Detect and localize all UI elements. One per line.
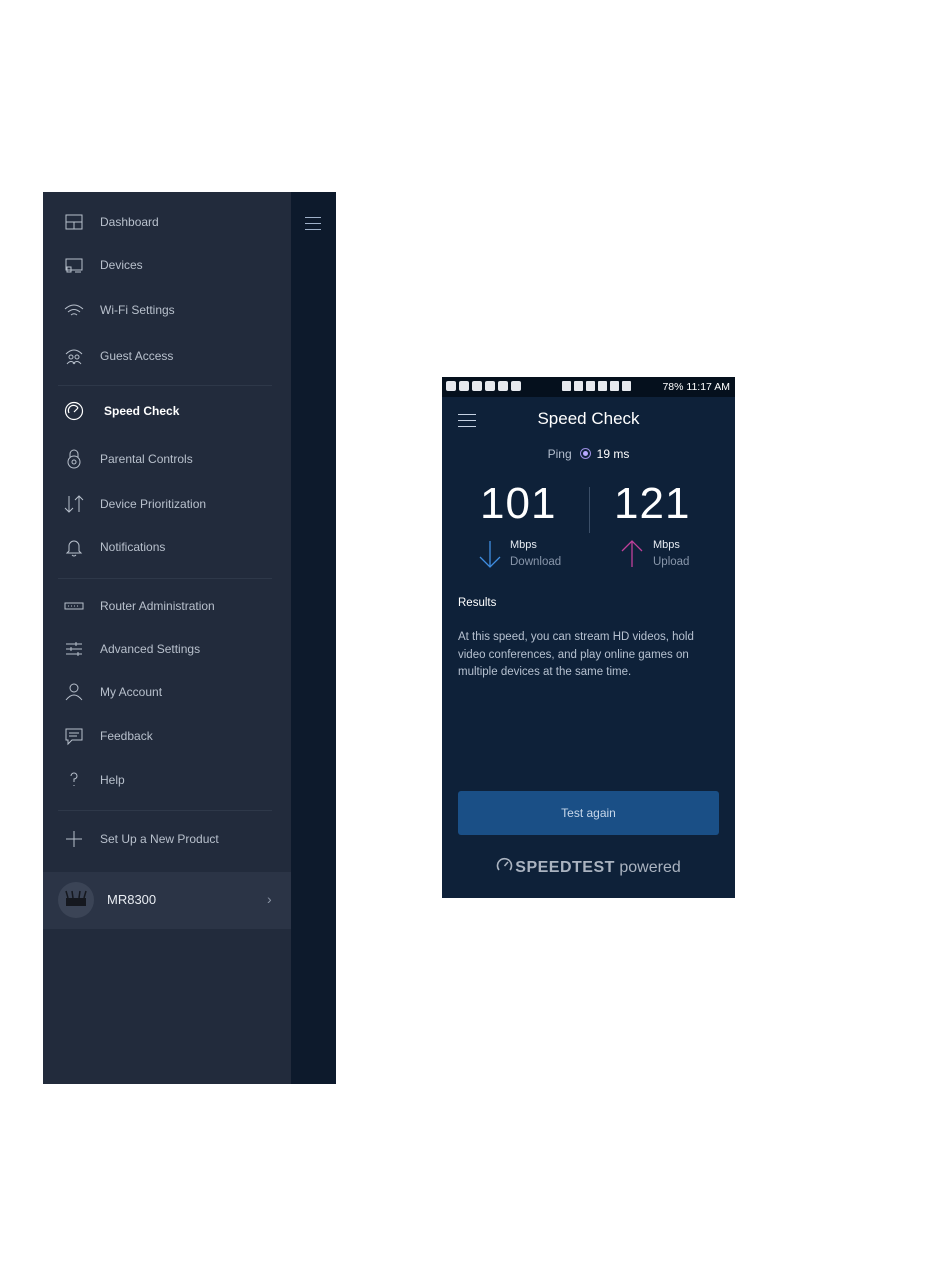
chevron-right-icon: › (267, 891, 272, 907)
nav-label: Advanced Settings (100, 642, 201, 656)
navigation-drawer: Dashboard Devices Wi-Fi Settings Guest A… (43, 192, 291, 1084)
speedometer-icon (63, 400, 85, 422)
speedtest-powered-logo: SPEEDTEST powered (442, 857, 735, 877)
sliders-icon (63, 638, 85, 660)
upload-arrow-icon (621, 540, 643, 567)
notification-icons (446, 381, 521, 391)
results-description: At this speed, you can stream HD videos,… (458, 631, 694, 678)
nav-devices[interactable]: Devices (43, 248, 291, 282)
nav-set-up-new-product[interactable]: Set Up a New Product (43, 822, 291, 856)
download-arrow-icon (479, 541, 501, 568)
nav-label: Parental Controls (100, 452, 193, 466)
upload-label: Upload (653, 556, 690, 568)
speed-divider (589, 487, 590, 533)
nav-speed-check[interactable]: Speed Check (43, 394, 291, 428)
battery-and-clock: 78% 11:17 AM (662, 381, 730, 393)
navigation-drawer-screenshot: Dashboard Devices Wi-Fi Settings Guest A… (43, 192, 336, 1084)
product-name: MR8300 (107, 892, 157, 907)
download-label: Download (510, 556, 562, 568)
download-speed-value: 101 (480, 479, 557, 528)
speedtest-wordmark: SPEEDTEST (515, 859, 615, 876)
divider (58, 385, 272, 386)
nav-dashboard[interactable]: Dashboard (43, 205, 291, 239)
chat-icon (63, 725, 85, 747)
devices-icon (63, 254, 85, 276)
router-icon (63, 595, 85, 617)
hamburger-menu-icon[interactable] (305, 217, 321, 231)
nav-help[interactable]: Help (43, 763, 291, 797)
plus-icon (63, 828, 85, 850)
nav-label: Devices (100, 258, 143, 272)
nav-label: Set Up a New Product (100, 832, 219, 846)
user-icon (63, 681, 85, 703)
ping-row: Ping 19 ms (442, 447, 735, 461)
nav-device-prioritization[interactable]: Device Prioritization (43, 487, 291, 521)
wifi-icon (63, 299, 85, 321)
nav-feedback[interactable]: Feedback (43, 719, 291, 753)
upload-unit: Mbps (653, 539, 680, 551)
nav-label: Feedback (100, 729, 153, 743)
ping-dot-icon (579, 448, 591, 459)
phone-screenshot: 78% 11:17 AM Speed Check Ping 19 ms 101 1… (442, 377, 735, 898)
nav-notifications[interactable]: Notifications (43, 530, 291, 564)
powered-wordmark: powered (619, 859, 681, 876)
priority-arrows-icon (63, 493, 85, 515)
results-heading: Results (458, 597, 497, 609)
nav-label: Device Prioritization (100, 497, 207, 511)
router-avatar (58, 882, 94, 918)
system-status-icons (562, 381, 631, 391)
nav-label: Speed Check (104, 404, 180, 418)
bell-icon (63, 536, 85, 558)
nav-router-administration[interactable]: Router Administration (43, 589, 291, 623)
download-unit: Mbps (510, 539, 537, 551)
lock-icon (63, 448, 85, 470)
ping-label: Ping (547, 447, 572, 461)
nav-label: Dashboard (100, 215, 159, 229)
guest-access-icon (63, 345, 85, 367)
product-row[interactable]: MR8300 › (43, 872, 291, 929)
ping-value: 19 ms (596, 447, 630, 461)
nav-label: Guest Access (100, 349, 174, 363)
test-again-button[interactable]: Test again (458, 791, 719, 835)
content-behind-drawer (291, 192, 336, 1084)
dashboard-icon (63, 211, 85, 233)
divider (58, 578, 272, 579)
page-title: Speed Check (537, 409, 640, 428)
nav-label: My Account (100, 685, 163, 699)
speedtest-gauge-icon (496, 857, 513, 871)
nav-my-account[interactable]: My Account (43, 675, 291, 709)
nav-label: Wi-Fi Settings (100, 303, 175, 317)
nav-advanced-settings[interactable]: Advanced Settings (43, 632, 291, 666)
nav-guest-access[interactable]: Guest Access (43, 339, 291, 373)
status-bar: 78% 11:17 AM (442, 377, 735, 397)
question-icon (63, 769, 85, 791)
nav-parental-controls[interactable]: Parental Controls (43, 442, 291, 476)
nav-wifi-settings[interactable]: Wi-Fi Settings (43, 293, 291, 327)
nav-label: Notifications (100, 540, 166, 554)
divider (58, 810, 272, 811)
nav-label: Help (100, 773, 125, 787)
upload-speed-value: 121 (614, 479, 691, 528)
nav-label: Router Administration (100, 599, 215, 613)
